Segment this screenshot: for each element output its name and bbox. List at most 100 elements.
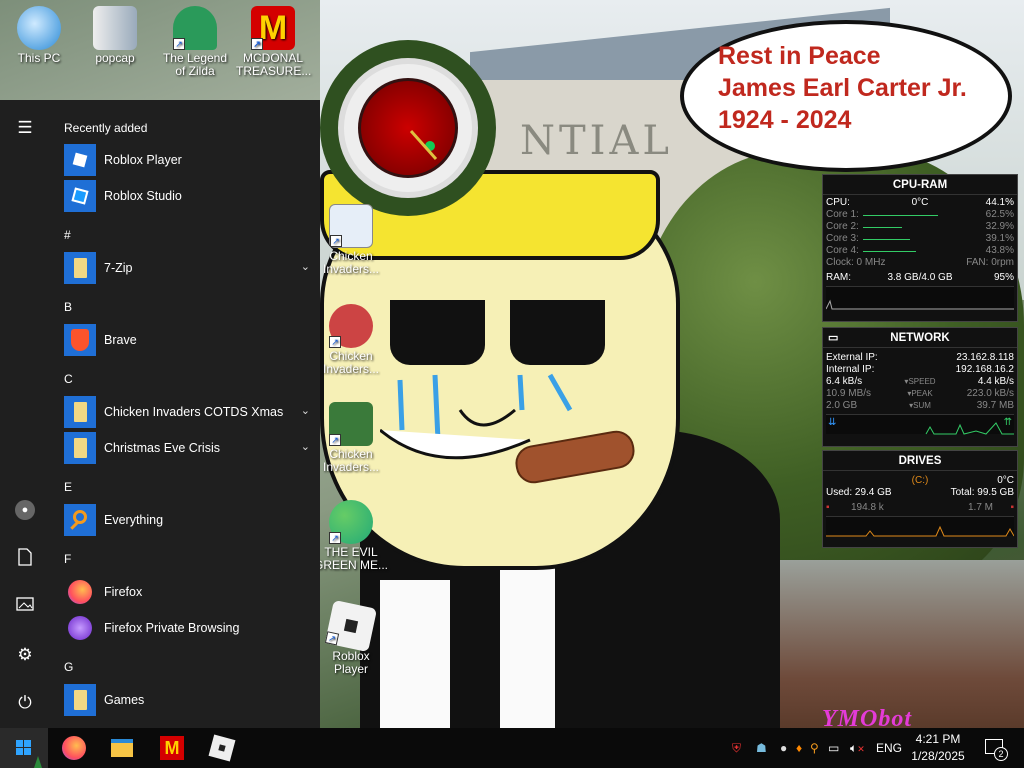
firefox-private-icon bbox=[68, 616, 92, 640]
app-label: 7-Zip bbox=[104, 261, 133, 275]
desktop-icon-chicken-invaders-1[interactable]: ↗ Chicken Invaders... bbox=[314, 204, 388, 276]
desktop-icon-zilda[interactable]: ↗ The Legend of Zilda bbox=[158, 6, 232, 78]
chicken-invaders-icon: ↗ bbox=[329, 204, 373, 248]
upload-arrow-icon: ⇈ bbox=[1003, 417, 1012, 428]
app-firefox-private[interactable]: Firefox Private Browsing bbox=[64, 612, 310, 646]
section-letter-b[interactable]: B bbox=[64, 300, 72, 314]
external-ip-row: External IP: 23.162.8.118 bbox=[823, 352, 1017, 364]
section-letter-f[interactable]: F bbox=[64, 552, 71, 566]
app-everything[interactable]: Everything bbox=[64, 504, 310, 538]
start-menu: ☰ ● ⚙ ⏻ Recently added Roblox Player Rob… bbox=[0, 100, 320, 728]
taskbar-file-explorer[interactable] bbox=[98, 728, 146, 768]
app-label: Games bbox=[104, 693, 145, 707]
app-label: Brave bbox=[104, 333, 137, 347]
chevron-down-icon[interactable]: ⌄ bbox=[301, 260, 310, 273]
app-chicken-invaders-cotds-xmas[interactable]: Chicken Invaders COTDS Xmas ⌄ bbox=[64, 396, 310, 430]
section-letter-hash[interactable]: # bbox=[64, 228, 71, 242]
app-7zip[interactable]: 7-Zip ⌄ bbox=[64, 252, 310, 286]
core-row: Core 4: 43.8% bbox=[823, 245, 1017, 257]
app-games[interactable]: Games bbox=[64, 684, 310, 718]
roblox-icon: ↗ bbox=[324, 599, 378, 653]
drive-used: Used: 29.4 GB bbox=[826, 487, 892, 498]
drive-letter: (C:) bbox=[911, 475, 929, 486]
taskbar-firefox[interactable] bbox=[50, 728, 98, 768]
desktop-icon-roblox-player[interactable]: ↗ Roblox Player bbox=[314, 599, 388, 676]
ram-row: RAM: 3.8 GB/4.0 GB 95% bbox=[823, 272, 1017, 284]
taskbar-roblox[interactable] bbox=[198, 728, 246, 768]
core-row: Core 1: 62.5% bbox=[823, 209, 1017, 221]
upload-speed: 4.4 kB/s bbox=[977, 376, 1014, 387]
drive-temp: 0°C bbox=[997, 475, 1014, 486]
taskbar-mcdonalds[interactable]: M bbox=[148, 728, 196, 768]
hamburger-icon[interactable]: ☰ bbox=[14, 117, 36, 139]
speech-line: 1924 - 2024 bbox=[718, 106, 852, 134]
drives-gadget[interactable]: DRIVES (C:) 0°C Used: 29.4 GB Total: 99.… bbox=[822, 450, 1018, 548]
desktop-icon-label: The Legend of Zilda bbox=[162, 51, 228, 78]
peak-label-text: PEAK bbox=[911, 389, 933, 398]
tray-search-icon[interactable]: ⚲ bbox=[810, 728, 819, 768]
taskbar-clock[interactable]: 4:21 PM 1/28/2025 bbox=[898, 731, 978, 765]
desktop-icon-label: MCDONAL TREASURE... bbox=[236, 51, 312, 78]
shortcut-arrow-icon: ↗ bbox=[173, 38, 185, 50]
notification-center-button[interactable]: 2 bbox=[978, 728, 1024, 768]
settings-icon[interactable]: ⚙ bbox=[14, 644, 36, 666]
app-roblox-studio[interactable]: Roblox Studio bbox=[64, 180, 310, 214]
pictures-icon[interactable] bbox=[14, 596, 36, 618]
app-label: Everything bbox=[104, 513, 164, 527]
section-letter-e[interactable]: E bbox=[64, 480, 72, 494]
desktop-icon-popcap[interactable]: popcap bbox=[78, 6, 152, 65]
file-explorer-icon bbox=[111, 739, 133, 757]
desktop-icon-mcdonal[interactable]: M ↗ MCDONAL TREASURE... bbox=[236, 6, 312, 78]
app-roblox-player[interactable]: Roblox Player bbox=[64, 144, 310, 178]
shortcut-arrow-icon: ↗ bbox=[329, 532, 341, 544]
firefox-icon bbox=[68, 580, 92, 604]
tray-network-icon[interactable]: ▭ bbox=[828, 728, 839, 768]
tray-people-icon[interactable]: ☗ bbox=[756, 728, 767, 768]
drive-write: 1.7 M bbox=[967, 502, 993, 513]
desktop-icon-label: Chicken Invaders... bbox=[322, 249, 380, 276]
tray-flame-icon[interactable]: ♦ bbox=[796, 728, 802, 768]
desktop-icon-chicken-invaders-2[interactable]: ↗ Chicken Invaders... bbox=[314, 304, 388, 376]
shortcut-arrow-icon: ↗ bbox=[329, 336, 341, 348]
core-label: Core 4: bbox=[826, 245, 859, 256]
user-icon[interactable]: ● bbox=[15, 500, 35, 520]
shortcut-arrow-icon: ↗ bbox=[251, 38, 263, 50]
section-letter-c[interactable]: C bbox=[64, 372, 73, 386]
folder-icon bbox=[64, 684, 96, 716]
chevron-down-icon[interactable]: ⌄ bbox=[301, 404, 310, 417]
fan-speed: FAN: 0rpm bbox=[966, 257, 1014, 268]
network-gadget[interactable]: ▭ NETWORK External IP: 23.162.8.118 Inte… bbox=[822, 327, 1018, 447]
shortcut-arrow-icon: ↗ bbox=[329, 434, 341, 446]
desktop-icon-label: THE EVIL GREEN ME... bbox=[314, 545, 389, 572]
analog-clock-gadget[interactable] bbox=[338, 58, 478, 198]
desktop-icon-this-pc[interactable]: This PC bbox=[2, 6, 76, 65]
app-christmas-eve-crisis[interactable]: Christmas Eve Crisis ⌄ bbox=[64, 432, 310, 466]
internal-ip-row: Internal IP: 192.168.16.2 bbox=[823, 364, 1017, 376]
core-load-bar bbox=[863, 227, 902, 228]
tray-droplet-icon[interactable]: ● bbox=[780, 728, 787, 768]
start-menu-rail: ☰ ● ⚙ ⏻ bbox=[0, 100, 50, 728]
section-letter-g[interactable]: G bbox=[64, 660, 73, 674]
tray-volume-muted-icon[interactable]: 🔈︎✕ bbox=[850, 728, 865, 768]
sum-upload: 39.7 MB bbox=[976, 400, 1014, 411]
shortcut-arrow-icon: ↗ bbox=[324, 631, 340, 646]
gadget-title: DRIVES bbox=[823, 451, 1017, 471]
monitor-icon: ▭ bbox=[828, 332, 839, 344]
start-button[interactable] bbox=[0, 728, 48, 768]
clock-date: 1/28/2025 bbox=[911, 749, 965, 763]
cpu-ram-gadget[interactable]: CPU-RAM CPU: 0°C 44.1% Core 1: 62.5% Cor… bbox=[822, 174, 1018, 322]
power-icon[interactable]: ⏻ bbox=[14, 692, 36, 714]
drive-activity-graph bbox=[826, 516, 1014, 537]
desktop-icon-evil-green-me[interactable]: ↗ THE EVIL GREEN ME... bbox=[314, 500, 388, 572]
chevron-down-icon[interactable]: ⌄ bbox=[301, 440, 310, 453]
core-load-bar bbox=[863, 251, 916, 252]
desktop-icon-chicken-invaders-3[interactable]: ↗ Chicken Invaders... bbox=[314, 402, 388, 474]
computer-icon bbox=[17, 6, 61, 50]
app-firefox[interactable]: Firefox bbox=[64, 576, 310, 610]
app-brave[interactable]: Brave bbox=[64, 324, 310, 358]
tray-security-icon[interactable]: ⛨ bbox=[732, 728, 741, 768]
drive-io-row: ▪ 194.8 k 1.7 M ▪ bbox=[823, 502, 1017, 514]
document-icon[interactable] bbox=[14, 548, 36, 570]
desktop-icon-label: This PC bbox=[17, 51, 61, 65]
clock-fan-row: Clock: 0 MHz FAN: 0rpm bbox=[823, 257, 1017, 269]
